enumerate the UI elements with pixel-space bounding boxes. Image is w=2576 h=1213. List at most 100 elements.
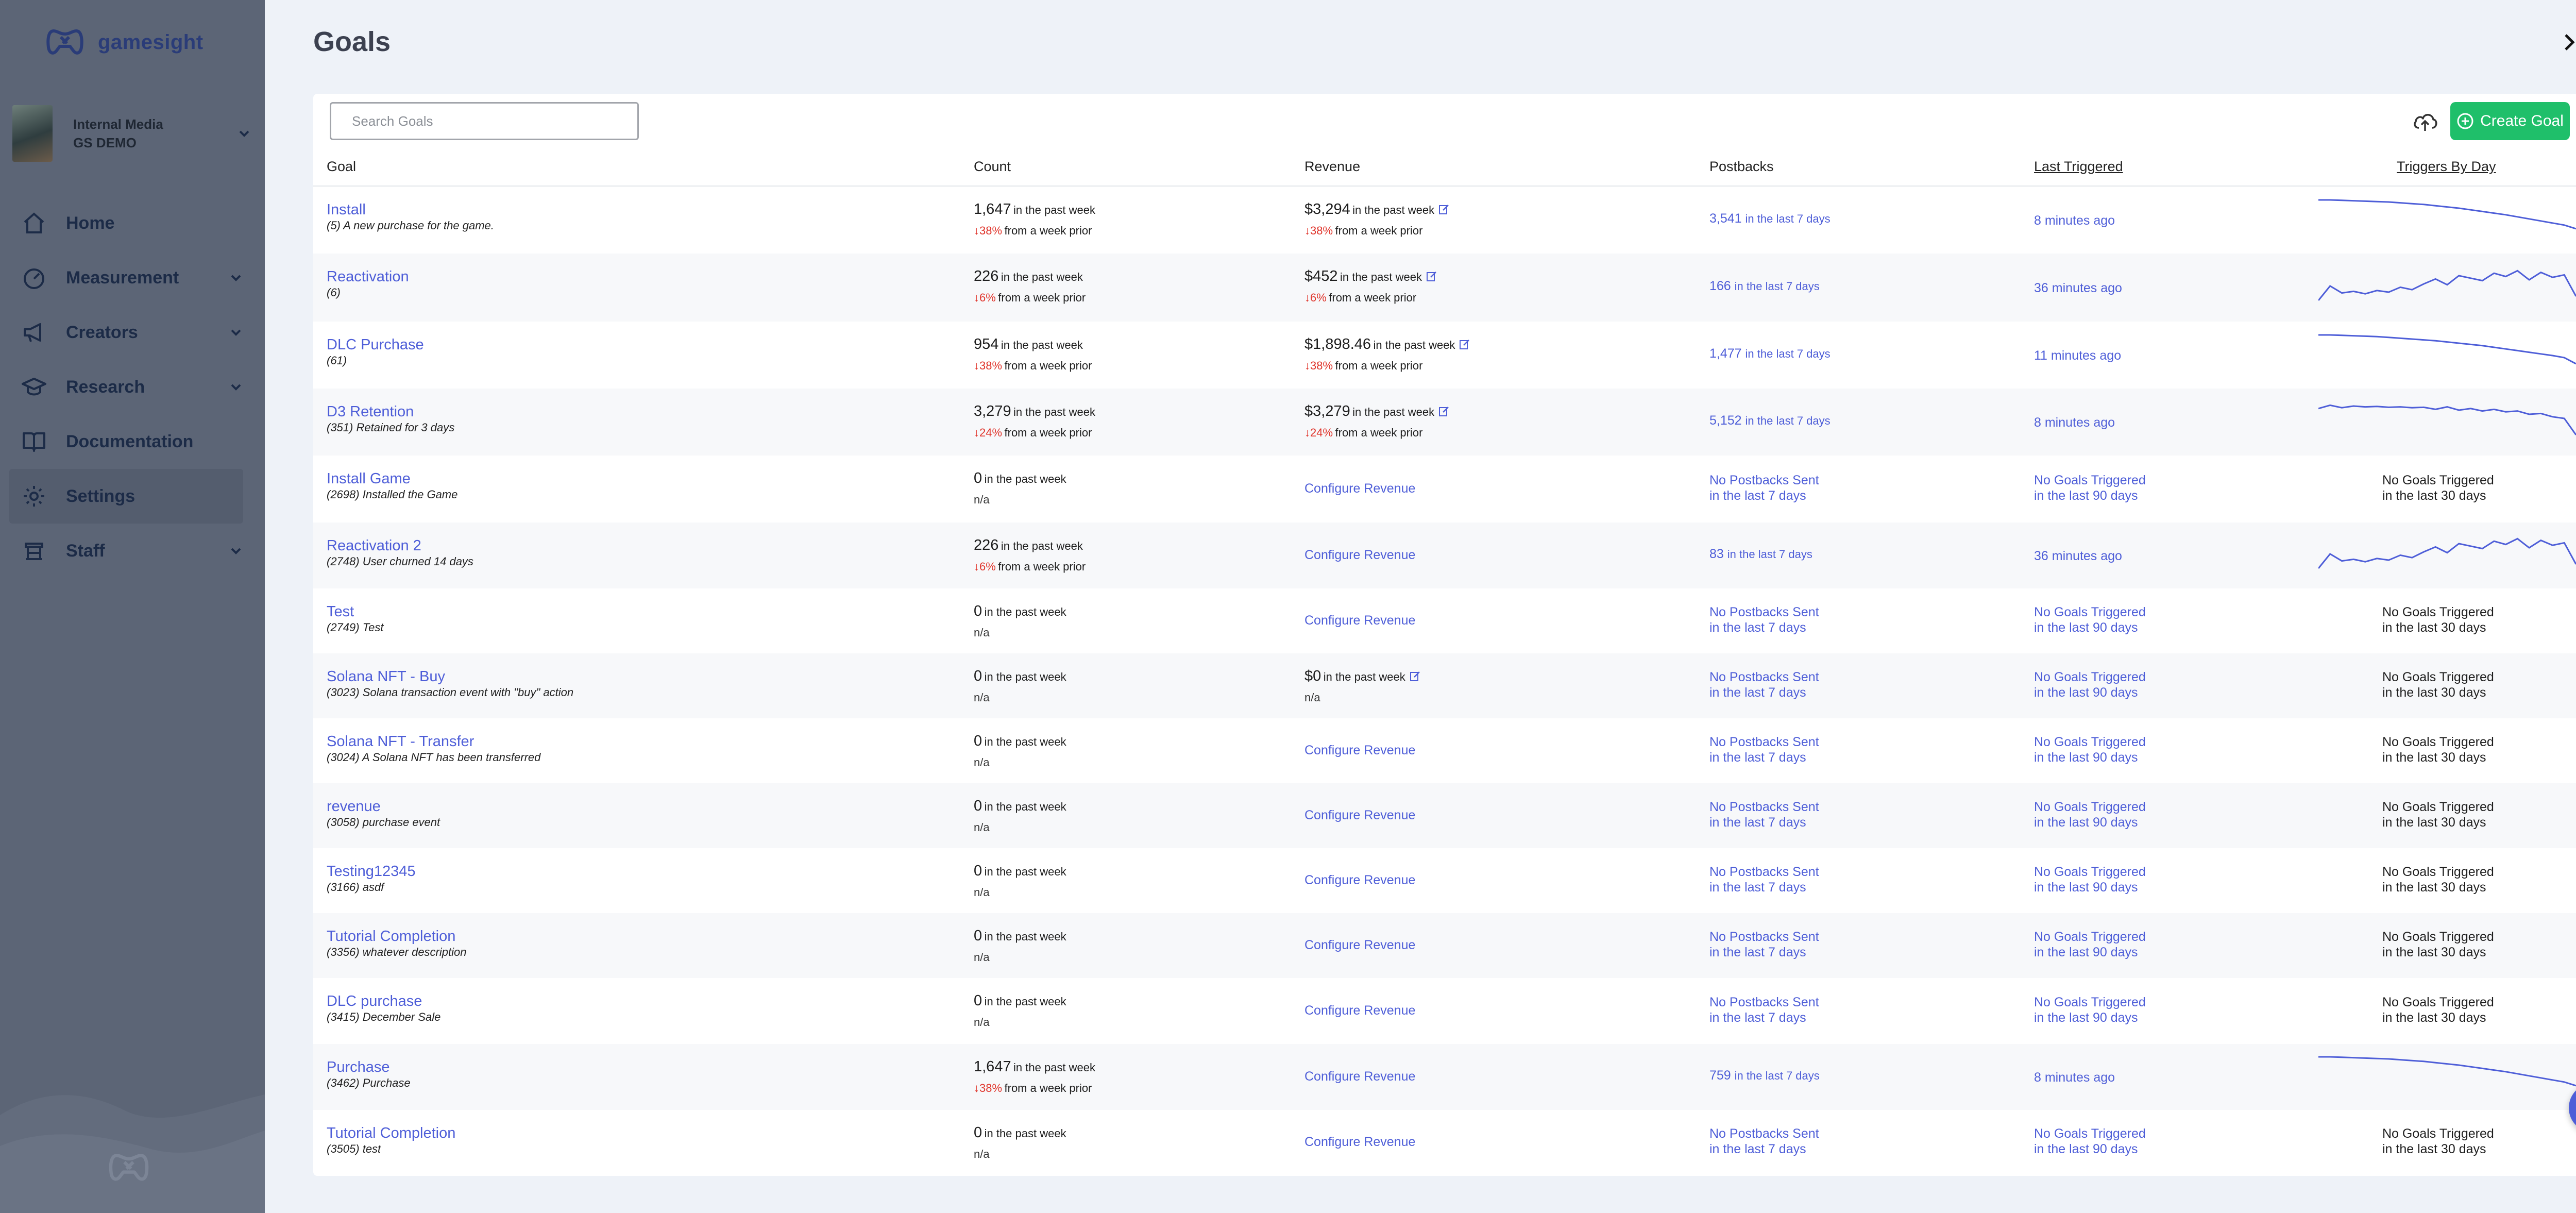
postbacks-none-label: No Postbacks Sent — [1709, 865, 1819, 879]
sidebar-item-measurement[interactable]: Measurement — [0, 250, 265, 305]
last-triggered-link[interactable]: 11 minutes ago — [2034, 348, 2121, 363]
goal-name-link[interactable]: revenue — [327, 798, 440, 815]
last-triggered-link[interactable]: 36 minutes ago — [2034, 549, 2122, 563]
org-switcher[interactable]: Internal Media GS DEMO — [12, 105, 252, 162]
goal-name-link[interactable]: D3 Retention — [327, 403, 454, 420]
last-triggered-cell: No Goals Triggered in the last 90 days — [2034, 864, 2146, 895]
postbacks-link[interactable]: 759 in the last 7 days — [1709, 1068, 1820, 1084]
last-triggered-link[interactable]: No Goals Triggered in the last 90 days — [2034, 473, 2146, 503]
postbacks-count: 166 — [1709, 279, 1731, 293]
edit-icon[interactable] — [1459, 339, 1470, 350]
postbacks-none-period: in the last 7 days — [1709, 620, 1806, 635]
configure-revenue-link[interactable]: Configure Revenue — [1304, 743, 1415, 757]
configure-revenue-link[interactable]: Configure Revenue — [1304, 938, 1415, 952]
postbacks-suffix: in the last 7 days — [1745, 212, 1831, 225]
postbacks-link[interactable]: No Postbacks Sent in the last 7 days — [1709, 1126, 1819, 1157]
count-suffix: in the past week — [984, 670, 1066, 683]
configure-revenue-link[interactable]: Configure Revenue — [1304, 1003, 1415, 1018]
configure-revenue-link[interactable]: Configure Revenue — [1304, 481, 1415, 496]
sidebar-item-home[interactable]: Home — [0, 196, 265, 250]
edit-icon[interactable] — [1438, 204, 1450, 215]
arrow-down-icon: ↓ — [974, 426, 979, 439]
postbacks-link[interactable]: No Postbacks Sent in the last 7 days — [1709, 929, 1819, 960]
goal-description: (3505) test — [327, 1142, 381, 1155]
column-header-triggers-by-day[interactable]: Triggers By Day — [2397, 159, 2496, 175]
goal-name-link[interactable]: DLC Purchase — [327, 336, 424, 353]
last-triggered-link[interactable]: No Goals Triggered in the last 90 days — [2034, 669, 2146, 700]
edit-icon[interactable] — [1410, 670, 1421, 682]
goal-name-link[interactable]: Purchase — [327, 1058, 411, 1076]
postbacks-link[interactable]: No Postbacks Sent in the last 7 days — [1709, 604, 1819, 635]
revenue-suffix: in the past week — [1352, 406, 1435, 418]
org-name: Internal Media — [73, 116, 163, 132]
postbacks-count: 83 — [1709, 547, 1724, 561]
edit-icon[interactable] — [1438, 406, 1450, 417]
goal-name-link[interactable]: Reactivation — [327, 268, 409, 285]
goal-name-link[interactable]: Install — [327, 201, 494, 218]
postbacks-count: 1,477 — [1709, 346, 1742, 361]
goal-name-link[interactable]: Tutorial Completion — [327, 928, 466, 945]
last-triggered-link[interactable]: No Goals Triggered in the last 90 days — [2034, 799, 2146, 830]
postbacks-link[interactable]: 5,152 in the last 7 days — [1709, 413, 1831, 429]
revenue-cell: Configure Revenue — [1304, 807, 1415, 823]
goal-name-link[interactable]: Testing12345 — [327, 863, 416, 880]
goal-name-link[interactable]: Tutorial Completion — [327, 1124, 455, 1142]
triggers-by-day-cell: No Goals Triggered in the last 30 days — [2382, 604, 2494, 635]
last-triggered-link[interactable]: No Goals Triggered in the last 90 days — [2034, 864, 2146, 895]
tbd-none-label: No Goals Triggered — [2382, 1126, 2494, 1141]
configure-revenue-link[interactable]: Configure Revenue — [1304, 1135, 1415, 1149]
postbacks-link[interactable]: No Postbacks Sent in the last 7 days — [1709, 995, 1819, 1025]
postbacks-link[interactable]: No Postbacks Sent in the last 7 days — [1709, 734, 1819, 765]
last-triggered-link[interactable]: 8 minutes ago — [2034, 1070, 2115, 1085]
goal-name-link[interactable]: Solana NFT - Transfer — [327, 733, 540, 750]
postbacks-link[interactable]: 83 in the last 7 days — [1709, 546, 1812, 562]
edit-icon[interactable] — [1426, 271, 1437, 282]
sidebar-item-creators[interactable]: Creators — [0, 305, 265, 360]
brand[interactable]: gamesight — [46, 28, 204, 57]
goal-name-link[interactable]: Test — [327, 603, 383, 620]
postbacks-link[interactable]: 166 in the last 7 days — [1709, 278, 1820, 294]
postbacks-link[interactable]: 1,477 in the last 7 days — [1709, 346, 1831, 362]
gamepad-logo-icon — [46, 29, 83, 55]
postbacks-link[interactable]: No Postbacks Sent in the last 7 days — [1709, 669, 1819, 700]
configure-revenue-link[interactable]: Configure Revenue — [1304, 613, 1415, 628]
triggered-none-period: in the last 90 days — [2034, 685, 2138, 700]
last-triggered-link[interactable]: No Goals Triggered in the last 90 days — [2034, 995, 2146, 1025]
search-input[interactable] — [330, 102, 639, 140]
last-triggered-link[interactable]: No Goals Triggered in the last 90 days — [2034, 929, 2146, 960]
last-triggered-link[interactable]: 8 minutes ago — [2034, 213, 2115, 228]
postbacks-link[interactable]: No Postbacks Sent in the last 7 days — [1709, 799, 1819, 830]
sidebar-item-staff[interactable]: Staff — [0, 524, 265, 578]
cloud-upload-icon[interactable] — [2412, 108, 2438, 135]
goal-name-link[interactable]: Solana NFT - Buy — [327, 668, 573, 685]
last-triggered-cell: No Goals Triggered in the last 90 days — [2034, 604, 2146, 635]
postbacks-link[interactable]: No Postbacks Sent in the last 7 days — [1709, 864, 1819, 895]
configure-revenue-link[interactable]: Configure Revenue — [1304, 548, 1415, 562]
last-triggered-link[interactable]: No Goals Triggered in the last 90 days — [2034, 734, 2146, 765]
last-triggered-link[interactable]: 8 minutes ago — [2034, 415, 2115, 430]
graduation-cap-icon — [22, 378, 46, 396]
close-panel-chevron-icon[interactable] — [2558, 31, 2576, 54]
sidebar-item-research[interactable]: Research — [0, 360, 265, 414]
staff-icon — [25, 543, 43, 560]
postbacks-link[interactable]: 3,541 in the last 7 days — [1709, 211, 1831, 227]
count-na: n/a — [974, 951, 990, 964]
table-row: revenue (3058) purchase event 0 in the pas… — [313, 783, 2576, 848]
goal-name-link[interactable]: Reactivation 2 — [327, 537, 473, 554]
tbd-none-period: in the last 30 days — [2382, 880, 2486, 895]
count-cell: 1,647 in the past week ↓38% from a week p… — [974, 1057, 1095, 1100]
last-triggered-link[interactable]: 36 minutes ago — [2034, 281, 2122, 295]
last-triggered-link[interactable]: No Goals Triggered in the last 90 days — [2034, 1126, 2146, 1157]
configure-revenue-link[interactable]: Configure Revenue — [1304, 873, 1415, 887]
configure-revenue-link[interactable]: Configure Revenue — [1304, 808, 1415, 822]
column-header-last-triggered[interactable]: Last Triggered — [2034, 159, 2123, 175]
postbacks-link[interactable]: No Postbacks Sent in the last 7 days — [1709, 473, 1819, 503]
goal-name-link[interactable]: DLC purchase — [327, 992, 440, 1010]
goal-name-link[interactable]: Install Game — [327, 470, 457, 487]
triggered-none-label: No Goals Triggered — [2034, 865, 2146, 879]
configure-revenue-link[interactable]: Configure Revenue — [1304, 1069, 1415, 1084]
last-triggered-link[interactable]: No Goals Triggered in the last 90 days — [2034, 604, 2146, 635]
sidebar-item-documentation[interactable]: Documentation — [0, 414, 265, 469]
sidebar-item-settings[interactable]: Settings — [9, 469, 243, 524]
create-goal-button[interactable]: Create Goal — [2450, 102, 2570, 140]
